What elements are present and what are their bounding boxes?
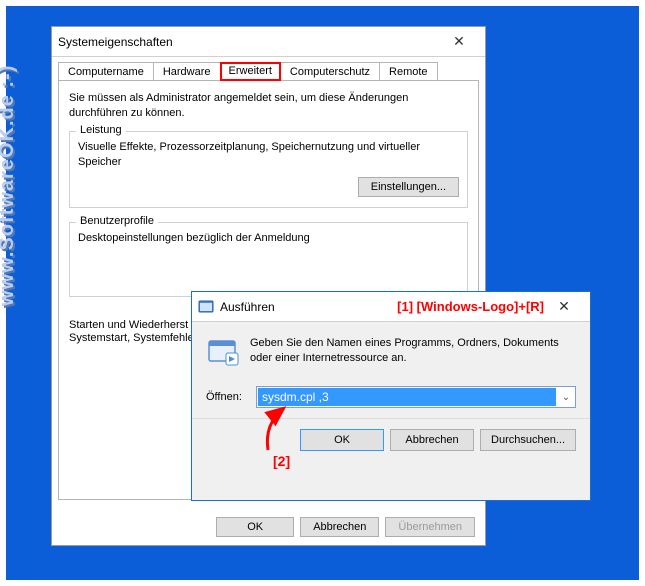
tab-computername[interactable]: Computername bbox=[58, 62, 154, 81]
run-message: Geben Sie den Namen eines Programms, Ord… bbox=[250, 336, 576, 370]
run-window-icon bbox=[198, 299, 214, 315]
group-userprofiles: Benutzerprofile Desktopeinstellungen bez… bbox=[69, 222, 468, 297]
group-userprofiles-title: Benutzerprofile bbox=[76, 215, 158, 227]
cancel-button[interactable]: Abbrechen bbox=[300, 517, 379, 537]
group-userprofiles-desc: Desktopeinstellungen bezüglich der Anmel… bbox=[78, 231, 459, 246]
close-icon[interactable]: ✕ bbox=[439, 28, 479, 56]
open-label: Öffnen: bbox=[206, 391, 256, 403]
chevron-down-icon[interactable]: ⌄ bbox=[557, 392, 575, 403]
tab-computerschutz[interactable]: Computerschutz bbox=[280, 62, 380, 81]
system-properties-title: Systemeigenschaften bbox=[58, 35, 439, 49]
run-program-icon bbox=[206, 336, 240, 370]
ok-button[interactable]: OK bbox=[216, 517, 294, 537]
group-performance-desc: Visuelle Effekte, Prozessorzeitplanung, … bbox=[78, 140, 459, 170]
desktop-background: www.SoftwareOK.de :-) www.SoftwareOK.de … bbox=[6, 6, 639, 580]
apply-button[interactable]: Übernehmen bbox=[385, 517, 475, 537]
annotation-1: [1] [Windows-Logo]+[R] bbox=[397, 299, 544, 314]
run-cancel-button[interactable]: Abbrechen bbox=[390, 429, 474, 451]
open-input[interactable] bbox=[258, 388, 556, 406]
group-performance: Leistung Visuelle Effekte, Prozessorzeit… bbox=[69, 131, 468, 209]
performance-settings-button[interactable]: Einstellungen... bbox=[358, 177, 459, 197]
watermark-vertical: www.SoftwareOK.de :-) bbox=[0, 65, 19, 306]
tab-hardware[interactable]: Hardware bbox=[153, 62, 221, 81]
system-properties-titlebar[interactable]: Systemeigenschaften ✕ bbox=[52, 27, 485, 57]
dialog-button-row: OK Abbrechen Übernehmen bbox=[216, 517, 475, 537]
tab-erweitert[interactable]: Erweitert bbox=[220, 62, 281, 81]
admin-note: Sie müssen als Administrator angemeldet … bbox=[69, 91, 468, 121]
arrow-icon bbox=[258, 404, 298, 454]
close-icon[interactable]: ✕ bbox=[544, 293, 584, 321]
run-button-row: OK Abbrechen Durchsuchen... bbox=[192, 418, 590, 461]
run-body: Geben Sie den Namen eines Programms, Ord… bbox=[192, 322, 590, 418]
run-title: Ausführen bbox=[220, 300, 379, 314]
group-performance-title: Leistung bbox=[76, 124, 126, 136]
tab-remote[interactable]: Remote bbox=[379, 62, 438, 81]
run-ok-button[interactable]: OK bbox=[300, 429, 384, 451]
open-combobox[interactable]: ⌄ bbox=[256, 386, 576, 408]
run-browse-button[interactable]: Durchsuchen... bbox=[480, 429, 576, 451]
annotation-2: [2] bbox=[273, 453, 290, 469]
tab-strip: Computername Hardware Erweitert Computer… bbox=[52, 57, 485, 80]
run-dialog-window: Ausführen [1] [Windows-Logo]+[R] ✕ Geben… bbox=[191, 291, 591, 501]
run-titlebar[interactable]: Ausführen [1] [Windows-Logo]+[R] ✕ bbox=[192, 292, 590, 322]
